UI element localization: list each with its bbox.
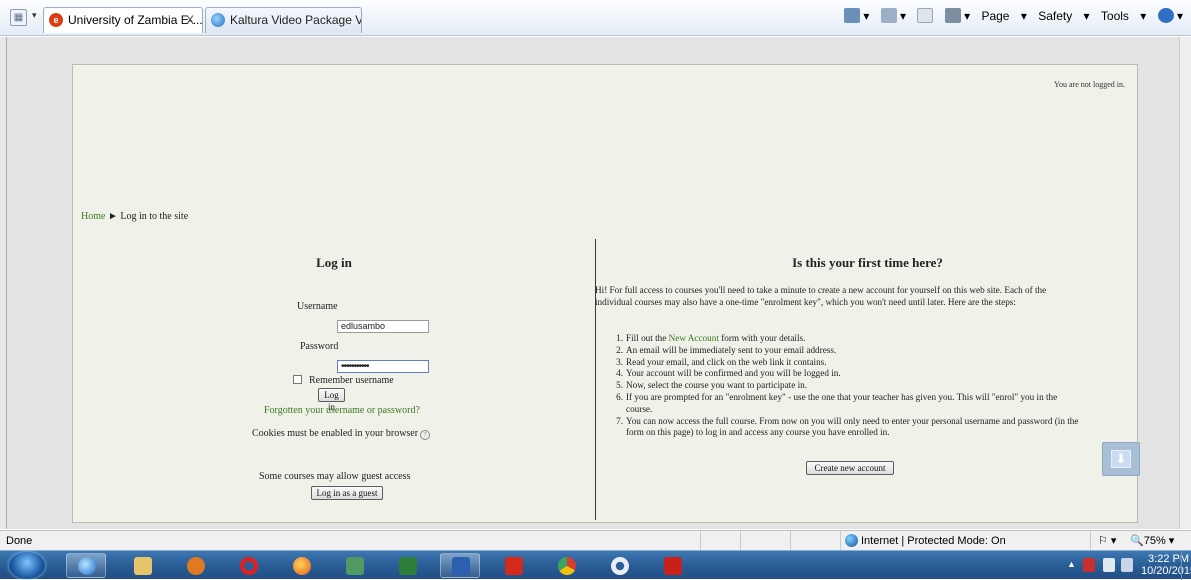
page-menu[interactable]: Page ▾ — [981, 9, 1026, 23]
chrome-taskbar-icon[interactable] — [546, 553, 586, 578]
home-icon[interactable]: ▾ — [844, 8, 869, 23]
breadcrumb-home-link[interactable]: Home — [81, 211, 105, 222]
browser-tab-bar: ▦ ▾ e University of Zambia E-... X Kaltu… — [0, 0, 1191, 36]
status-bar: Done Internet | Protected Mode: On ⚐ ▾ 🔍… — [0, 530, 1191, 551]
acrobat-taskbar-icon[interactable] — [493, 553, 533, 578]
adobe-app-taskbar-icon[interactable] — [652, 553, 692, 578]
signup-steps: 1. Fill out the New Account form with you… — [595, 333, 1085, 439]
quick-tabs-icon[interactable]: ▦ — [10, 9, 27, 26]
breadcrumb: Home ► Log in to the site — [81, 211, 188, 222]
firefox-taskbar-icon[interactable] — [281, 553, 321, 578]
login-status: You are not logged in. — [1054, 80, 1125, 89]
file-explorer-taskbar-icon[interactable] — [122, 553, 162, 578]
down-arrow-icon: ⬇ — [1111, 450, 1131, 468]
login-heading: Log in — [316, 255, 352, 270]
status-separator — [740, 531, 741, 551]
ie-favicon-icon — [211, 13, 225, 27]
signup-step: 4. Your account will be confirmed and you… — [616, 368, 841, 379]
print-icon[interactable]: ▾ — [944, 8, 970, 23]
start-button-icon[interactable] — [9, 552, 45, 579]
webcam-taskbar-icon[interactable] — [599, 553, 639, 578]
excel-taskbar-icon[interactable] — [387, 553, 427, 578]
opera-taskbar-icon[interactable] — [228, 553, 268, 578]
tab-university-of-zambia[interactable]: e University of Zambia E-... X — [43, 7, 203, 33]
help-icon[interactable]: ▾ — [1157, 8, 1183, 23]
cookies-note-text: Cookies must be enabled in your browser — [252, 428, 419, 439]
safety-menu[interactable]: Safety ▾ — [1038, 9, 1089, 23]
status-separator — [1090, 531, 1091, 551]
create-new-account-button[interactable]: Create new account — [806, 461, 894, 475]
status-separator — [790, 531, 791, 551]
username-label: Username — [297, 301, 338, 312]
antivirus-tray-icon[interactable] — [1083, 558, 1095, 572]
signup-intro: Hi! For full access to courses you'll ne… — [595, 285, 1047, 307]
signup-step: 6. If you are prompted for an "enrolment … — [616, 391, 1058, 414]
login-button[interactable]: Log in — [318, 388, 345, 412]
protected-mode-icon[interactable]: ⚐ ▾ — [1098, 531, 1116, 551]
signup-step: 3. Read your email, and click on the web … — [616, 356, 827, 367]
tools-menu[interactable]: Tools ▾ — [1101, 9, 1146, 23]
password-label: Password — [300, 341, 339, 352]
tab-label: Kaltura Video Package V4 f... — [230, 13, 361, 27]
show-desktop-button[interactable] — [1181, 551, 1191, 580]
scroll-down-button[interactable]: ⬇ — [1102, 442, 1140, 476]
vertical-scrollbar[interactable] — [1179, 37, 1191, 529]
tab-kaltura[interactable]: Kaltura Video Package V4 f... — [205, 7, 362, 33]
cookies-note: Cookies must be enabled in your browser? — [252, 428, 431, 440]
breadcrumb-separator: ► — [107, 211, 118, 222]
feeds-icon[interactable]: ▾ — [880, 8, 906, 23]
status-text: Done — [6, 535, 33, 547]
breadcrumb-current: Log in to the site — [120, 211, 189, 222]
help-icon[interactable]: ? — [420, 430, 431, 440]
read-mail-icon[interactable] — [917, 8, 934, 23]
network-tray-icon[interactable] — [1103, 558, 1115, 572]
first-time-heading: Is this your first time here? — [792, 255, 943, 270]
internet-explorer-taskbar-icon[interactable] — [66, 553, 106, 578]
power-tray-icon[interactable] — [1121, 558, 1133, 572]
app-taskbar-icon[interactable] — [334, 553, 374, 578]
security-zone[interactable]: Internet | Protected Mode: On — [840, 531, 1006, 551]
new-account-link[interactable]: New Account — [669, 333, 719, 343]
guest-access-note: Some courses may allow guest access — [259, 471, 411, 482]
close-tab-icon[interactable]: X — [186, 8, 194, 32]
tab-list-dropdown-icon[interactable]: ▾ — [32, 10, 37, 21]
signup-step: 1. Fill out the New Account form with you… — [616, 333, 806, 343]
password-input[interactable]: ••••••••••• — [337, 360, 429, 373]
signup-step: 7. You can now access the full course. Fr… — [616, 415, 1079, 438]
windows-taskbar: ▲ 3:22 PM 10/20/2015 — [0, 550, 1191, 580]
system-tray: ▲ 3:22 PM 10/20/2015 — [1061, 551, 1191, 580]
signup-step: 2. An email will be immediately sent to y… — [616, 344, 837, 355]
remember-username-label: Remember username — [309, 375, 394, 386]
media-player-taskbar-icon[interactable] — [175, 553, 215, 578]
username-input[interactable]: edlusambo — [337, 320, 429, 333]
login-as-guest-button[interactable]: Log in as a guest — [311, 486, 383, 500]
tab-label: University of Zambia E-... — [68, 13, 203, 27]
globe-icon — [845, 534, 858, 547]
zoom-level[interactable]: 🔍75% ▾ — [1130, 531, 1174, 551]
signup-step: 5. Now, select the course you want to par… — [616, 380, 808, 391]
tray-expand-icon[interactable]: ▲ — [1067, 559, 1076, 569]
remember-username-checkbox[interactable] — [293, 375, 302, 384]
status-separator — [700, 531, 701, 551]
command-bar: ▾ ▾ ▾ Page ▾ Safety ▾ Tools ▾ ▾ — [844, 8, 1191, 28]
forgot-password-link[interactable]: Forgotten your username or password? — [264, 405, 420, 416]
moodle-page: You are not logged in. Home ► Log in to … — [72, 64, 1138, 523]
moodle-favicon-icon: e — [49, 13, 63, 27]
word-taskbar-icon[interactable] — [440, 553, 480, 578]
